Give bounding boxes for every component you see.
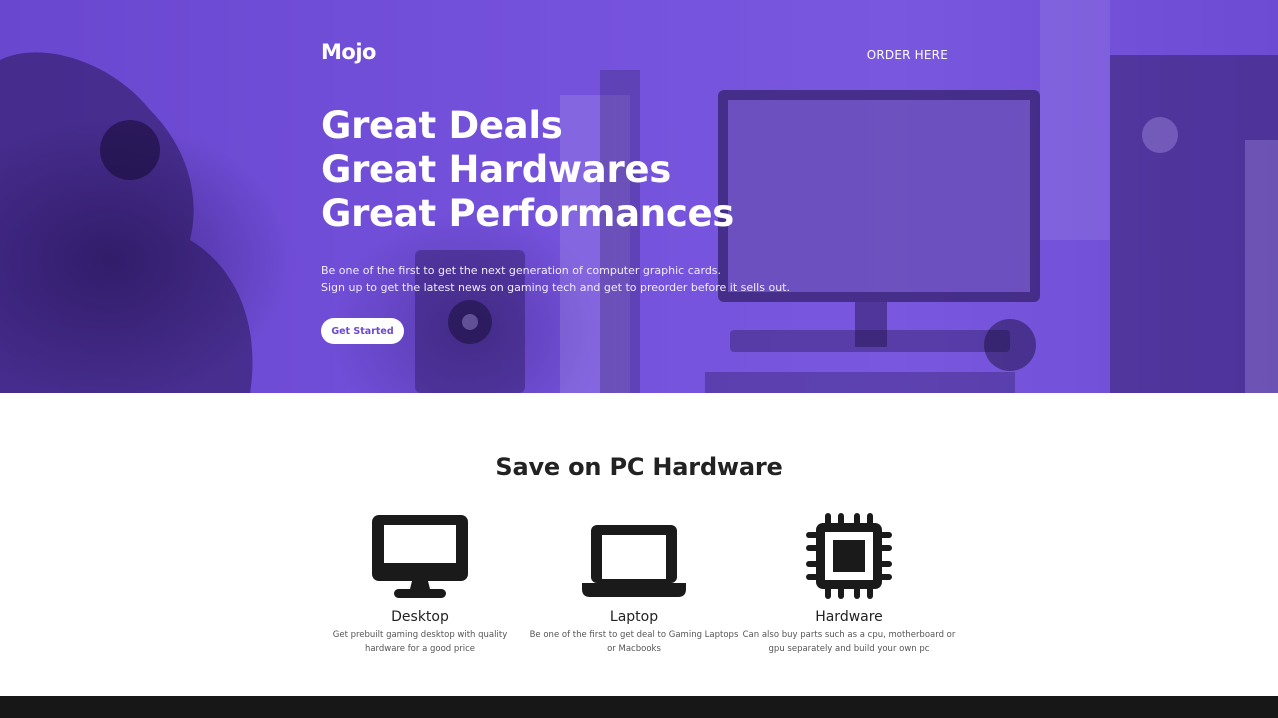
hero-subtext: Be one of the first to get the next gene… [321, 262, 790, 296]
features-section: Save on PC Hardware Desktop Get prebuilt… [0, 393, 1278, 696]
feature-hardware-description: Can also buy parts such as a cpu, mother… [742, 629, 956, 656]
hero-content: Mojo ORDER HERE Great Deals Great Hardwa… [321, 0, 948, 393]
feature-hardware-desc-line-1: Can also buy parts such as a cpu, mother… [742, 630, 956, 640]
order-here-link[interactable]: ORDER HERE [867, 48, 948, 62]
feature-laptop-desc-line-2: or Macbooks [607, 643, 661, 654]
feature-laptop-title: Laptop [609, 609, 659, 625]
feature-desktop-title: Desktop [391, 609, 449, 625]
features-title: Save on PC Hardware [495, 453, 783, 481]
headline-line-1: Great Deals [321, 104, 563, 147]
feature-desktop-desc-line-1: Get prebuilt gaming desktop with quality [332, 630, 508, 640]
footer-bar [0, 696, 1278, 718]
hero-section: Mojo ORDER HERE Great Deals Great Hardwa… [0, 0, 1278, 393]
headline-line-2: Great Hardwares [321, 148, 671, 191]
feature-hardware-title: Hardware [815, 609, 883, 625]
feature-hardware-desc-line-2: gpu separately and build your own pc [768, 643, 930, 654]
brand-logo[interactable]: Mojo [321, 40, 376, 64]
feature-desktop-description: Get prebuilt gaming desktop with quality… [313, 629, 527, 656]
feature-desktop: Desktop Get prebuilt gaming desktop with… [313, 513, 527, 656]
feature-desktop-desc-line-2: hardware for a good price [364, 643, 476, 654]
hero-headline: Great Deals Great Hardwares Great Perfor… [321, 104, 734, 236]
subtext-line-1: Be one of the first to get the next gene… [321, 264, 722, 277]
subtext-line-2: Sign up to get the latest news on gaming… [321, 281, 790, 294]
headline-line-3: Great Performances [321, 192, 734, 235]
feature-laptop: Laptop Be one of the first to get deal t… [527, 513, 741, 656]
desktop-icon [313, 513, 527, 599]
get-started-button[interactable]: Get Started [321, 318, 404, 344]
feature-laptop-description: Be one of the first to get deal to Gamin… [527, 629, 741, 656]
feature-hardware: Hardware Can also buy parts such as a cp… [742, 513, 956, 656]
cpu-chip-icon [742, 513, 956, 599]
feature-laptop-desc-line-1: Be one of the first to get deal to Gamin… [529, 630, 739, 640]
laptop-icon [527, 513, 741, 599]
